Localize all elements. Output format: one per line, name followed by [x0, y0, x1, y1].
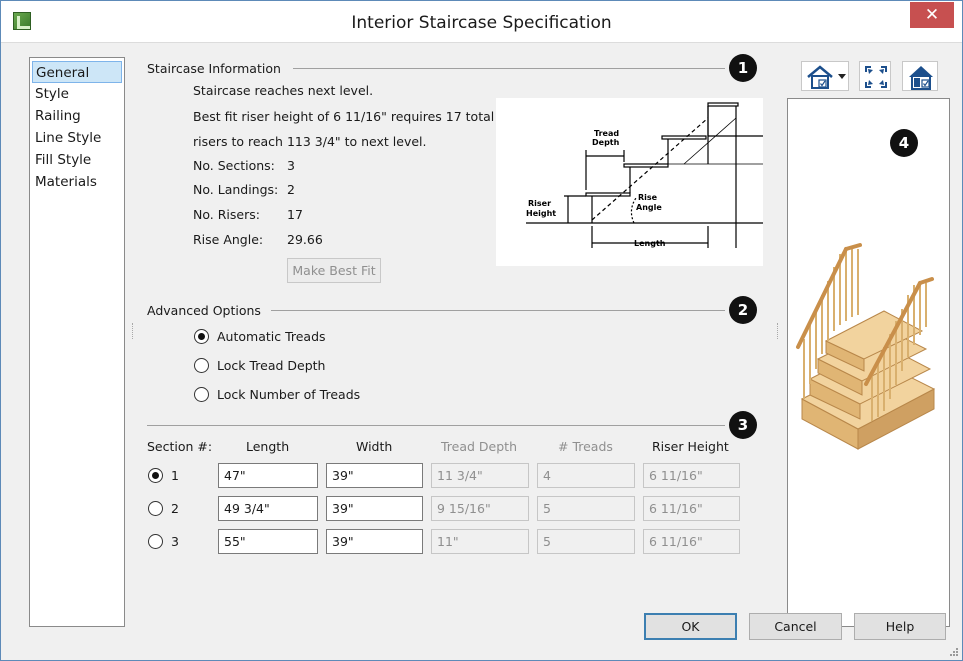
- section-2-number: 2: [171, 501, 179, 516]
- section-3-length-input[interactable]: 55": [218, 529, 318, 554]
- nav-item-materials[interactable]: Materials: [32, 171, 122, 193]
- tread-label-line1: Tread: [594, 129, 619, 138]
- section-1-riser-height-input: 6 11/16": [643, 463, 740, 488]
- section-1-width-input[interactable]: 39": [326, 463, 423, 488]
- section-row-3-select[interactable]: 3: [148, 534, 179, 549]
- lock-tread-depth-radio[interactable]: [194, 358, 209, 373]
- section-2-tread-depth-input: 9 15/16": [431, 496, 529, 521]
- section-3-treads-input: 5: [537, 529, 635, 554]
- section-1-number: 1: [171, 468, 179, 483]
- section-1-length-input[interactable]: 47": [218, 463, 318, 488]
- lock-number-treads-option[interactable]: Lock Number of Treads: [194, 387, 360, 402]
- advanced-options-heading: Advanced Options: [147, 303, 261, 318]
- width-header: Width: [356, 439, 393, 454]
- dialog-window: Interior Staircase Specification ✕ Gener…: [0, 0, 963, 661]
- info-line-2: Best fit riser height of 6 11/16" requir…: [193, 109, 495, 124]
- stair-3d-preview[interactable]: 4: [787, 98, 950, 627]
- stair-dimension-diagram: Tread Depth Riser Height Rise Angle Leng…: [496, 98, 763, 266]
- section-2-width-input[interactable]: 39": [326, 496, 423, 521]
- callout-badge-1: 1: [729, 54, 757, 82]
- section-2-treads-input: 5: [537, 496, 635, 521]
- nav-item-fill-style[interactable]: Fill Style: [32, 149, 122, 171]
- length-header: Length: [246, 439, 290, 454]
- lock-tread-depth-option[interactable]: Lock Tread Depth: [194, 358, 325, 373]
- rise-angle-value: 29.66: [287, 232, 323, 247]
- close-button[interactable]: ✕: [910, 2, 954, 28]
- section-1-treads-input: 4: [537, 463, 635, 488]
- info-line-1: Staircase reaches next level.: [193, 83, 374, 98]
- camera-view-dropdown-button[interactable]: [801, 61, 849, 91]
- treads-header: # Treads: [558, 439, 613, 454]
- title-bar[interactable]: Interior Staircase Specification ✕: [1, 1, 962, 43]
- section-number-header: Section #:: [147, 439, 213, 454]
- section-2-radio[interactable]: [148, 501, 163, 516]
- staircase-info-divider: [293, 68, 725, 69]
- automatic-treads-option[interactable]: Automatic Treads: [194, 329, 326, 344]
- length-label: Length: [634, 239, 666, 248]
- nav-item-style[interactable]: Style: [32, 83, 122, 105]
- staircase-info-heading: Staircase Information: [147, 61, 281, 76]
- category-list: General Style Railing Line Style Fill St…: [29, 57, 125, 627]
- render-options-button[interactable]: [902, 61, 938, 91]
- risers-label: No. Risers:: [193, 207, 260, 222]
- lock-tread-depth-label: Lock Tread Depth: [217, 358, 326, 373]
- automatic-treads-label: Automatic Treads: [217, 329, 326, 344]
- rise-angle-label: Rise Angle:: [193, 232, 264, 247]
- stair-diagram-svg: Tread Depth Riser Height Rise Angle Leng…: [526, 102, 763, 248]
- automatic-treads-radio[interactable]: [194, 329, 209, 344]
- riser-label-line2: Height: [526, 209, 556, 218]
- fill-window-button[interactable]: [859, 61, 891, 91]
- advanced-options-divider: [271, 310, 725, 311]
- section-3-riser-height-input: 6 11/16": [643, 529, 740, 554]
- sections-divider: [147, 425, 725, 426]
- section-2-riser-height-input: 6 11/16": [643, 496, 740, 521]
- riser-height-header: Riser Height: [652, 439, 729, 454]
- nav-item-railing[interactable]: Railing: [32, 105, 122, 127]
- rise-label-line1: Rise: [638, 193, 658, 202]
- window-title: Interior Staircase Specification: [351, 13, 612, 33]
- riser-label-line1: Riser: [528, 199, 551, 208]
- section-2-length-input[interactable]: 49 3/4": [218, 496, 318, 521]
- rise-label-line2: Angle: [636, 203, 662, 212]
- section-row-1-select[interactable]: 1: [148, 468, 179, 483]
- risers-value: 17: [287, 207, 303, 222]
- info-line-3: risers to reach 113 3/4" to next level.: [193, 134, 427, 149]
- callout-badge-2: 2: [729, 296, 757, 324]
- section-3-radio[interactable]: [148, 534, 163, 549]
- sections-label: No. Sections:: [193, 158, 275, 173]
- landings-value: 2: [287, 182, 295, 197]
- ok-button[interactable]: OK: [644, 613, 737, 640]
- resize-grip-icon[interactable]: [949, 647, 959, 657]
- lock-number-treads-radio[interactable]: [194, 387, 209, 402]
- section-3-tread-depth-input: 11": [431, 529, 529, 554]
- section-row-2-select[interactable]: 2: [148, 501, 179, 516]
- cancel-button[interactable]: Cancel: [749, 613, 842, 640]
- sections-value: 3: [287, 158, 295, 173]
- nav-item-line-style[interactable]: Line Style: [32, 127, 122, 149]
- make-best-fit-button[interactable]: Make Best Fit: [287, 258, 381, 283]
- section-3-width-input[interactable]: 39": [326, 529, 423, 554]
- tread-depth-header: Tread Depth: [441, 439, 517, 454]
- splitter-grip-right[interactable]: [777, 323, 779, 339]
- house-render-icon: [909, 66, 933, 90]
- nav-item-general[interactable]: General: [32, 61, 122, 83]
- stair-3d-illustration: [796, 243, 936, 450]
- section-1-tread-depth-input: 11 3/4": [431, 463, 529, 488]
- callout-badge-3: 3: [729, 411, 757, 439]
- help-button[interactable]: Help: [854, 613, 946, 640]
- splitter-grip-left[interactable]: [132, 323, 134, 339]
- section-1-radio[interactable]: [148, 468, 163, 483]
- landings-label: No. Landings:: [193, 182, 279, 197]
- house-view-icon: [807, 65, 846, 89]
- lock-number-treads-label: Lock Number of Treads: [217, 387, 361, 402]
- section-3-number: 3: [171, 534, 179, 549]
- fill-window-icon: [865, 66, 887, 88]
- tread-label-line2: Depth: [592, 138, 620, 147]
